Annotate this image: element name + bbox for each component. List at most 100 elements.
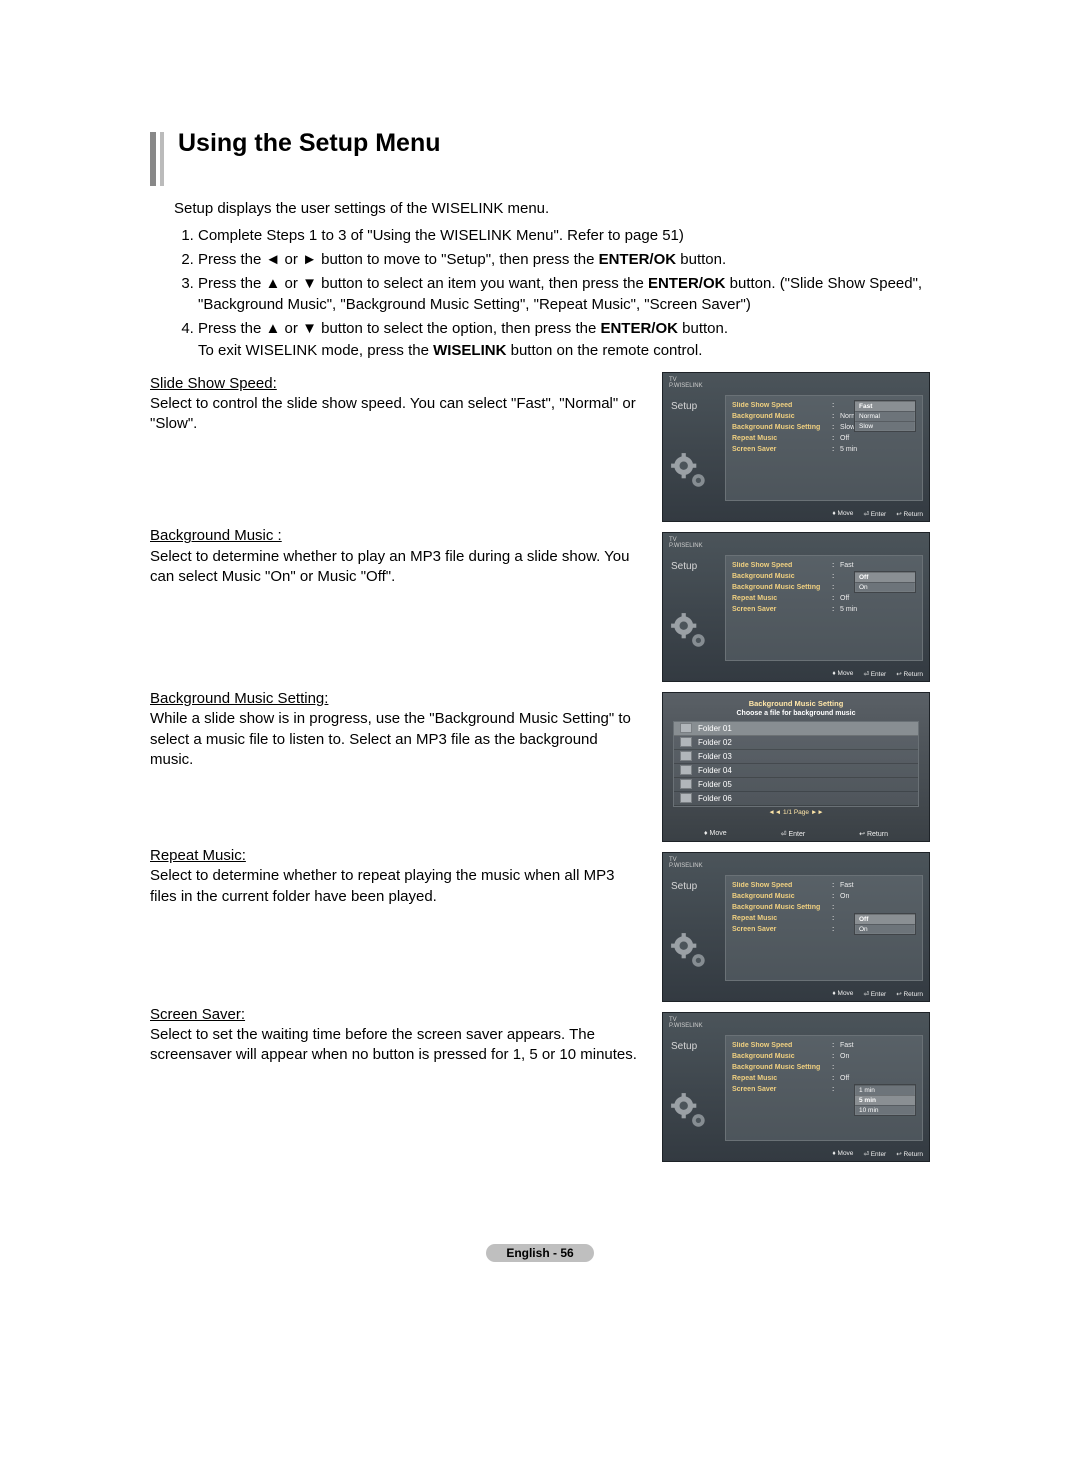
osd-menu-value: Slow xyxy=(840,424,855,431)
osd-option: Off xyxy=(855,914,915,924)
folder-list: Folder 01 Folder 02 Folder 03 Folder 04 Fold… xyxy=(673,721,919,807)
osd-menu-label: Background Music Setting xyxy=(732,1064,832,1071)
folder-name: Folder 02 xyxy=(698,738,732,747)
manual-page: Using the Setup Menu Setup displays the … xyxy=(0,0,1080,1472)
folder-name: Folder 05 xyxy=(698,780,732,789)
steps-list: Complete Steps 1 to 3 of "Using the WISE… xyxy=(174,225,930,362)
osd-popup: OffOn xyxy=(854,571,916,593)
osd-hints: ♦ Move⏎ Enter↩ Return xyxy=(832,510,923,518)
folder-row: Folder 04 xyxy=(674,764,918,778)
osd-hints: ♦ Move⏎ Enter↩ Return xyxy=(832,990,923,998)
osd-hints: ♦ Move⏎ Enter↩ Return xyxy=(832,670,923,678)
title-accent-bar xyxy=(150,132,156,186)
folder-row: Folder 06 xyxy=(674,792,918,806)
t: Press the xyxy=(198,275,266,292)
title-accent-bar-light xyxy=(160,132,164,186)
hint-enter: ⏎ Enter xyxy=(863,510,886,518)
osd-hints: ♦ Move⏎ Enter↩ Return xyxy=(832,1150,923,1158)
hint-return: ↩ Return xyxy=(896,1150,923,1158)
osd-slide-show-speed: TVP.WISELINKSetupSlide Show Speed: Backg… xyxy=(662,372,930,522)
bgm-title: Background Music : xyxy=(150,526,282,546)
osd-menu-label: Repeat Music xyxy=(732,1075,832,1082)
osd-menu-row: Slide Show Speed: Fast xyxy=(732,560,922,571)
hint-enter: ⏎ Enter xyxy=(863,990,886,998)
osd-option: 1 min xyxy=(855,1085,915,1095)
gear-icon xyxy=(669,611,711,655)
osd-panel: Slide Show Speed: FastBackground Music: … xyxy=(725,1035,923,1141)
osd-menu-label: Screen Saver xyxy=(732,926,832,933)
osd-folders-title: Background Music Setting xyxy=(663,699,929,708)
hint-move: ♦ Move xyxy=(704,830,727,838)
folder-icon xyxy=(680,723,692,733)
gear-icon xyxy=(669,931,711,975)
osd-menu-row: Repeat Music: Off xyxy=(732,433,922,444)
repeat-body: Select to determine whether to repeat pl… xyxy=(150,867,614,904)
t: Return xyxy=(867,831,888,838)
wiselink-label: WISELINK xyxy=(433,342,506,359)
t: button. xyxy=(678,320,728,337)
osd-menu-label: Background Music xyxy=(732,413,832,420)
osd-popup: OffOn xyxy=(854,913,916,935)
folder-hints: ♦ Move ⏎ Enter ↩ Return xyxy=(663,830,929,838)
folder-icon xyxy=(680,751,692,761)
section-slide-show-speed: Slide Show Speed: Select to control the … xyxy=(150,372,930,1162)
right-arrow-icon: ► xyxy=(302,251,317,268)
colon: : xyxy=(832,904,840,911)
osd-side-label: Setup xyxy=(671,1041,697,1052)
osd-option: Normal xyxy=(855,411,915,421)
osd-menu-row: Slide Show Speed: Fast xyxy=(732,1040,922,1051)
t: or xyxy=(280,275,302,292)
folder-icon xyxy=(680,779,692,789)
slide-body: Select to control the slide show speed. … xyxy=(150,395,636,432)
down-arrow-icon: ▼ xyxy=(302,320,317,337)
osd-bgm-setting-folders: Background Music Setting Choose a file f… xyxy=(662,692,930,842)
t: button. xyxy=(676,251,726,268)
colon: : xyxy=(832,926,840,933)
osd-brand: TVP.WISELINK xyxy=(669,1017,703,1029)
osd-menu-value: On xyxy=(840,1053,849,1060)
osd-menu-value: 5 min xyxy=(840,446,857,453)
osd-brand: TVP.WISELINK xyxy=(669,537,703,549)
folder-name: Folder 06 xyxy=(698,794,732,803)
osd-menu-label: Background Music xyxy=(732,893,832,900)
enter-ok-label: ENTER/OK xyxy=(600,320,678,337)
osd-menu-label: Slide Show Speed xyxy=(732,402,832,409)
osd-menu-label: Slide Show Speed xyxy=(732,1042,832,1049)
hint-move: ♦ Move xyxy=(832,990,853,998)
colon: : xyxy=(832,1075,840,1082)
osd-menu-label: Repeat Music xyxy=(732,435,832,442)
osd-brand: TVP.WISELINK xyxy=(669,377,703,389)
osd-menu-row: Repeat Music: Off xyxy=(732,593,922,604)
down-arrow-icon: ▼ xyxy=(302,275,317,292)
osd-menu-label: Background Music xyxy=(732,1053,832,1060)
colon: : xyxy=(832,562,840,569)
osd-option: 10 min xyxy=(855,1105,915,1115)
colon: : xyxy=(832,1086,840,1093)
hint-return: ↩ Return xyxy=(896,510,923,518)
saver-title: Screen Saver: xyxy=(150,1005,245,1025)
folder-name: Folder 04 xyxy=(698,766,732,775)
step-3: Press the ▲ or ▼ button to select an ite… xyxy=(198,273,930,317)
t: Press the xyxy=(198,251,266,268)
osd-brand: TVP.WISELINK xyxy=(669,857,703,869)
folder-name: Folder 03 xyxy=(698,752,732,761)
osd-menu-row: Background Music Setting: xyxy=(732,1062,922,1073)
step-4: Press the ▲ or ▼ button to select the op… xyxy=(198,318,930,362)
folder-row: Folder 01 xyxy=(674,722,918,736)
colon: : xyxy=(832,584,840,591)
osd-menu-label: Screen Saver xyxy=(732,606,832,613)
t: button on the remote control. xyxy=(506,342,702,359)
osd-menu-label: Slide Show Speed xyxy=(732,882,832,889)
folder-row: Folder 05 xyxy=(674,778,918,792)
slide-title: Slide Show Speed: xyxy=(150,374,277,394)
osd-menu-value: Off xyxy=(840,595,849,602)
osd-panel: Slide Show Speed: FastBackground Music: … xyxy=(725,875,923,981)
colon: : xyxy=(832,882,840,889)
t: button to move to "Setup", then press th… xyxy=(317,251,599,268)
repeat-title: Repeat Music: xyxy=(150,846,246,866)
osd-menu-row: Slide Show Speed: Fast xyxy=(732,880,922,891)
hint-return: ↩ Return xyxy=(859,830,888,838)
osd-option: 5 min xyxy=(855,1095,915,1105)
osd-popup: 1 min5 min10 min xyxy=(854,1084,916,1116)
osd-side-label: Setup xyxy=(671,561,697,572)
